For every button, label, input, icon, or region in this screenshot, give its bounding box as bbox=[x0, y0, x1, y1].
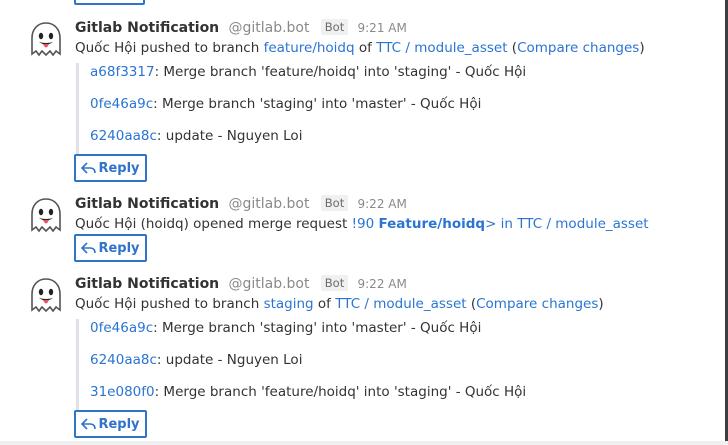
branch-link[interactable]: feature/hoidq bbox=[264, 40, 355, 56]
compare-changes-link[interactable]: Compare changes bbox=[476, 296, 598, 312]
commit-sha-link[interactable]: 0fe46a9c bbox=[90, 320, 153, 336]
sender-handle: @gitlab.bot bbox=[228, 20, 310, 36]
of-text: of bbox=[317, 296, 331, 312]
repo-link[interactable]: TTC / module_asset bbox=[376, 40, 507, 56]
reply-label: Reply bbox=[98, 240, 140, 256]
commit-list: 0fe46a9c: Merge branch 'staging' into 'm… bbox=[76, 319, 526, 415]
close-paren: ) bbox=[639, 40, 645, 56]
action-text: pushed to branch bbox=[140, 40, 260, 56]
action-text: opened merge request bbox=[193, 216, 348, 232]
compare-changes-link[interactable]: Compare changes bbox=[517, 40, 639, 56]
post-time[interactable]: 9:21 AM bbox=[358, 21, 407, 35]
reply-button[interactable]: Reply bbox=[74, 234, 147, 262]
commit-item: 0fe46a9c: Merge branch 'staging' into 'm… bbox=[79, 95, 526, 127]
sender-name[interactable]: Gitlab Notification bbox=[75, 20, 219, 36]
post-header: Gitlab Notification @gitlab.bot Bot 9:22… bbox=[75, 195, 407, 213]
ghost-avatar-icon[interactable] bbox=[29, 197, 63, 233]
post-header: Gitlab Notification @gitlab.bot Bot 9:22… bbox=[75, 275, 407, 293]
sender-handle: @gitlab.bot bbox=[228, 276, 310, 292]
reply-button[interactable]: Reply bbox=[74, 154, 147, 182]
commit-text: : Merge branch 'staging' into 'master' -… bbox=[153, 320, 482, 336]
previous-reply-button[interactable] bbox=[74, 0, 145, 5]
action-text: pushed to branch bbox=[140, 296, 260, 312]
commit-sha-link[interactable]: 0fe46a9c bbox=[90, 96, 153, 112]
commit-text: : Merge branch 'staging' into 'master' -… bbox=[153, 96, 482, 112]
repo-link[interactable]: TTC / module_asset bbox=[335, 296, 466, 312]
commit-sha-link[interactable]: 6240aa8c bbox=[90, 128, 157, 144]
commit-list: a68f3317: Merge branch 'feature/hoidq' i… bbox=[76, 63, 526, 159]
commit-text: : update - Nguyen Loi bbox=[156, 352, 303, 368]
sender-name[interactable]: Gitlab Notification bbox=[75, 196, 219, 212]
post-time[interactable]: 9:22 AM bbox=[358, 277, 407, 291]
reply-label: Reply bbox=[98, 416, 140, 432]
actor-name: Quốc Hội bbox=[75, 40, 137, 56]
branch-link[interactable]: staging bbox=[264, 296, 314, 312]
commit-sha-link[interactable]: 31e080f0 bbox=[90, 384, 155, 400]
sender-handle: @gitlab.bot bbox=[228, 196, 310, 212]
post-time[interactable]: 9:22 AM bbox=[358, 197, 407, 211]
actor-name: Quốc Hội bbox=[75, 296, 137, 312]
post-message: Quốc Hội pushed to branch feature/hoidq … bbox=[75, 39, 645, 57]
of-text: of bbox=[358, 40, 372, 56]
commit-text: : update - Nguyen Loi bbox=[156, 128, 303, 144]
ghost-avatar-icon[interactable] bbox=[29, 277, 63, 313]
reply-label: Reply bbox=[98, 160, 140, 176]
bot-badge: Bot bbox=[320, 19, 349, 35]
close-paren: ) bbox=[598, 296, 604, 312]
post-header: Gitlab Notification @gitlab.bot Bot 9:21… bbox=[75, 19, 407, 37]
reply-button[interactable]: Reply bbox=[74, 410, 147, 438]
merge-request-title-link[interactable]: Feature/hoidq bbox=[378, 216, 485, 232]
merge-request-repo-link[interactable]: > in TTC / module_asset bbox=[485, 216, 649, 232]
sender-name[interactable]: Gitlab Notification bbox=[75, 276, 219, 292]
post-message: Quốc Hội pushed to branch staging of TTC… bbox=[75, 295, 604, 313]
bot-badge: Bot bbox=[320, 275, 349, 291]
reply-arrow-icon bbox=[81, 161, 97, 174]
post-message: Quốc Hội (hoidq) opened merge request !9… bbox=[75, 215, 649, 233]
composer-edge bbox=[0, 441, 728, 445]
commit-item: 0fe46a9c: Merge branch 'staging' into 'm… bbox=[79, 319, 526, 351]
reply-arrow-icon bbox=[81, 417, 97, 430]
ghost-avatar-icon[interactable] bbox=[29, 21, 63, 57]
merge-request-number-link[interactable]: !90 bbox=[352, 216, 375, 232]
actor-name: Quốc Hội (hoidq) bbox=[75, 216, 189, 232]
bot-badge: Bot bbox=[320, 195, 349, 211]
commit-item: 6240aa8c: update - Nguyen Loi bbox=[79, 351, 526, 383]
reply-arrow-icon bbox=[81, 241, 97, 254]
commit-sha-link[interactable]: 6240aa8c bbox=[90, 352, 157, 368]
commit-text: : Merge branch 'feature/hoidq' into 'sta… bbox=[154, 384, 527, 400]
commit-item: a68f3317: Merge branch 'feature/hoidq' i… bbox=[79, 63, 526, 95]
commit-text: : Merge branch 'feature/hoidq' into 'sta… bbox=[154, 64, 527, 80]
commit-sha-link[interactable]: a68f3317 bbox=[90, 64, 155, 80]
